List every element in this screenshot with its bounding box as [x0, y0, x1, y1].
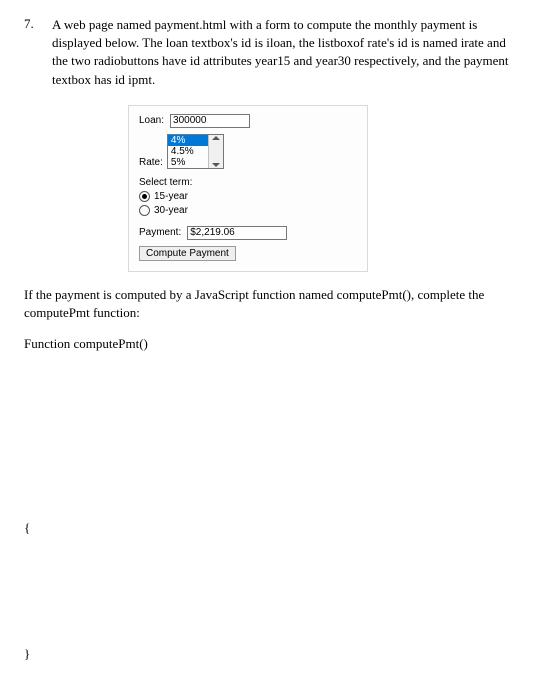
- rate-listbox[interactable]: 4% 4.5% 5%: [167, 134, 224, 169]
- question-number: 7.: [24, 16, 38, 89]
- follow-up-text: If the payment is computed by a JavaScri…: [24, 286, 509, 322]
- rate-option-0[interactable]: 4%: [168, 135, 208, 146]
- rate-option-1[interactable]: 4.5%: [168, 146, 208, 157]
- payment-form: Loan: Rate: 4% 4.5% 5% Select term: 15-y…: [128, 105, 368, 272]
- scroll-down-icon: [212, 163, 220, 167]
- payment-label: Payment:: [139, 227, 181, 238]
- rate-label: Rate:: [139, 157, 163, 169]
- rate-scrollbar[interactable]: [208, 135, 223, 168]
- function-header: Function computePmt(): [24, 336, 509, 352]
- select-term-label: Select term:: [139, 177, 357, 188]
- brace-open: {: [24, 520, 509, 536]
- compute-payment-button[interactable]: Compute Payment: [139, 246, 236, 261]
- term15-radio[interactable]: [139, 191, 150, 202]
- term15-radio-label: 15-year: [154, 191, 188, 202]
- loan-label: Loan:: [139, 115, 164, 126]
- term30-radio[interactable]: [139, 205, 150, 216]
- question-text: A web page named payment.html with a for…: [52, 16, 509, 89]
- payment-input[interactable]: [187, 226, 287, 240]
- loan-input[interactable]: [170, 114, 250, 128]
- term30-radio-label: 30-year: [154, 205, 188, 216]
- scroll-up-icon: [212, 136, 220, 140]
- rate-option-2[interactable]: 5%: [168, 157, 208, 168]
- brace-close: }: [24, 646, 509, 662]
